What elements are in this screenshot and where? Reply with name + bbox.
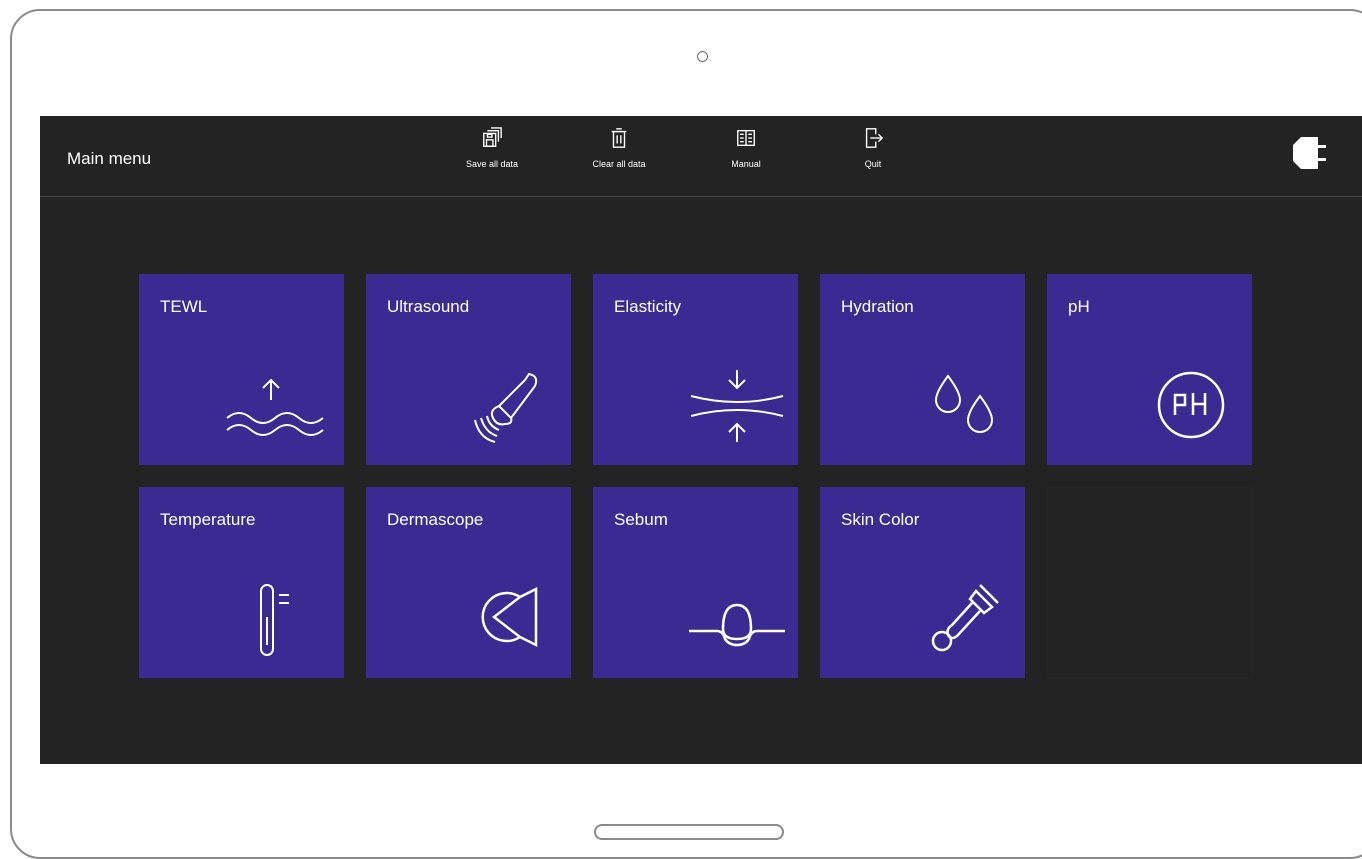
save-icon [483, 127, 502, 147]
water-drops-icon [934, 374, 994, 433]
tile-tewl[interactable]: TEWL [139, 274, 344, 465]
quit-label: Quit [864, 159, 882, 169]
book-icon [737, 129, 755, 147]
top-bar: Main menu Save all data Clear all data M… [40, 116, 1362, 197]
tile-label: pH [1068, 297, 1090, 316]
tile-label: TEWL [160, 297, 208, 316]
trash-icon [611, 128, 627, 148]
clear-all-data-button[interactable]: Clear all data [569, 124, 669, 186]
brand-logo-icon [1293, 137, 1326, 169]
dermascope-icon [481, 586, 538, 648]
app-screen: Main menu Save all data Clear all data M… [40, 116, 1362, 764]
tewl-icon [226, 378, 324, 436]
save-all-data-label: Save all data [465, 159, 519, 169]
tile-label: Skin Color [841, 510, 920, 529]
manual-label: Manual [731, 159, 761, 169]
ultrasound-probe-icon [474, 372, 538, 443]
tile-label: Hydration [841, 297, 914, 316]
tile-label: Dermascope [387, 510, 484, 529]
clear-all-data-label: Clear all data [592, 159, 646, 169]
exit-icon [865, 128, 884, 148]
tile-ph[interactable]: pH [1047, 274, 1252, 465]
camera-icon [697, 51, 708, 62]
quit-button[interactable]: Quit [823, 124, 923, 186]
tile-elasticity[interactable]: Elasticity [593, 274, 798, 465]
home-button[interactable] [594, 824, 784, 840]
tile-label: Temperature [160, 510, 256, 529]
pipette-icon [931, 584, 999, 652]
ph-icon [1157, 371, 1225, 439]
tile-empty [1047, 487, 1252, 678]
tile-label: Ultrasound [387, 297, 470, 316]
sebum-icon [689, 603, 785, 647]
manual-button[interactable]: Manual [696, 124, 796, 186]
save-all-data-button[interactable]: Save all data [442, 124, 542, 186]
tile-skin-color[interactable]: Skin Color [820, 487, 1025, 678]
tile-hydration[interactable]: Hydration [820, 274, 1025, 465]
elasticity-icon [690, 370, 784, 442]
tile-label: Elasticity [614, 297, 682, 316]
tile-ultrasound[interactable]: Ultrasound [366, 274, 571, 465]
tile-label: Sebum [614, 510, 668, 529]
thermometer-icon [260, 584, 289, 656]
tile-sebum[interactable]: Sebum [593, 487, 798, 678]
tile-dermascope[interactable]: Dermascope [366, 487, 571, 678]
page-title: Main menu [67, 149, 152, 168]
tile-temperature[interactable]: Temperature [139, 487, 344, 678]
